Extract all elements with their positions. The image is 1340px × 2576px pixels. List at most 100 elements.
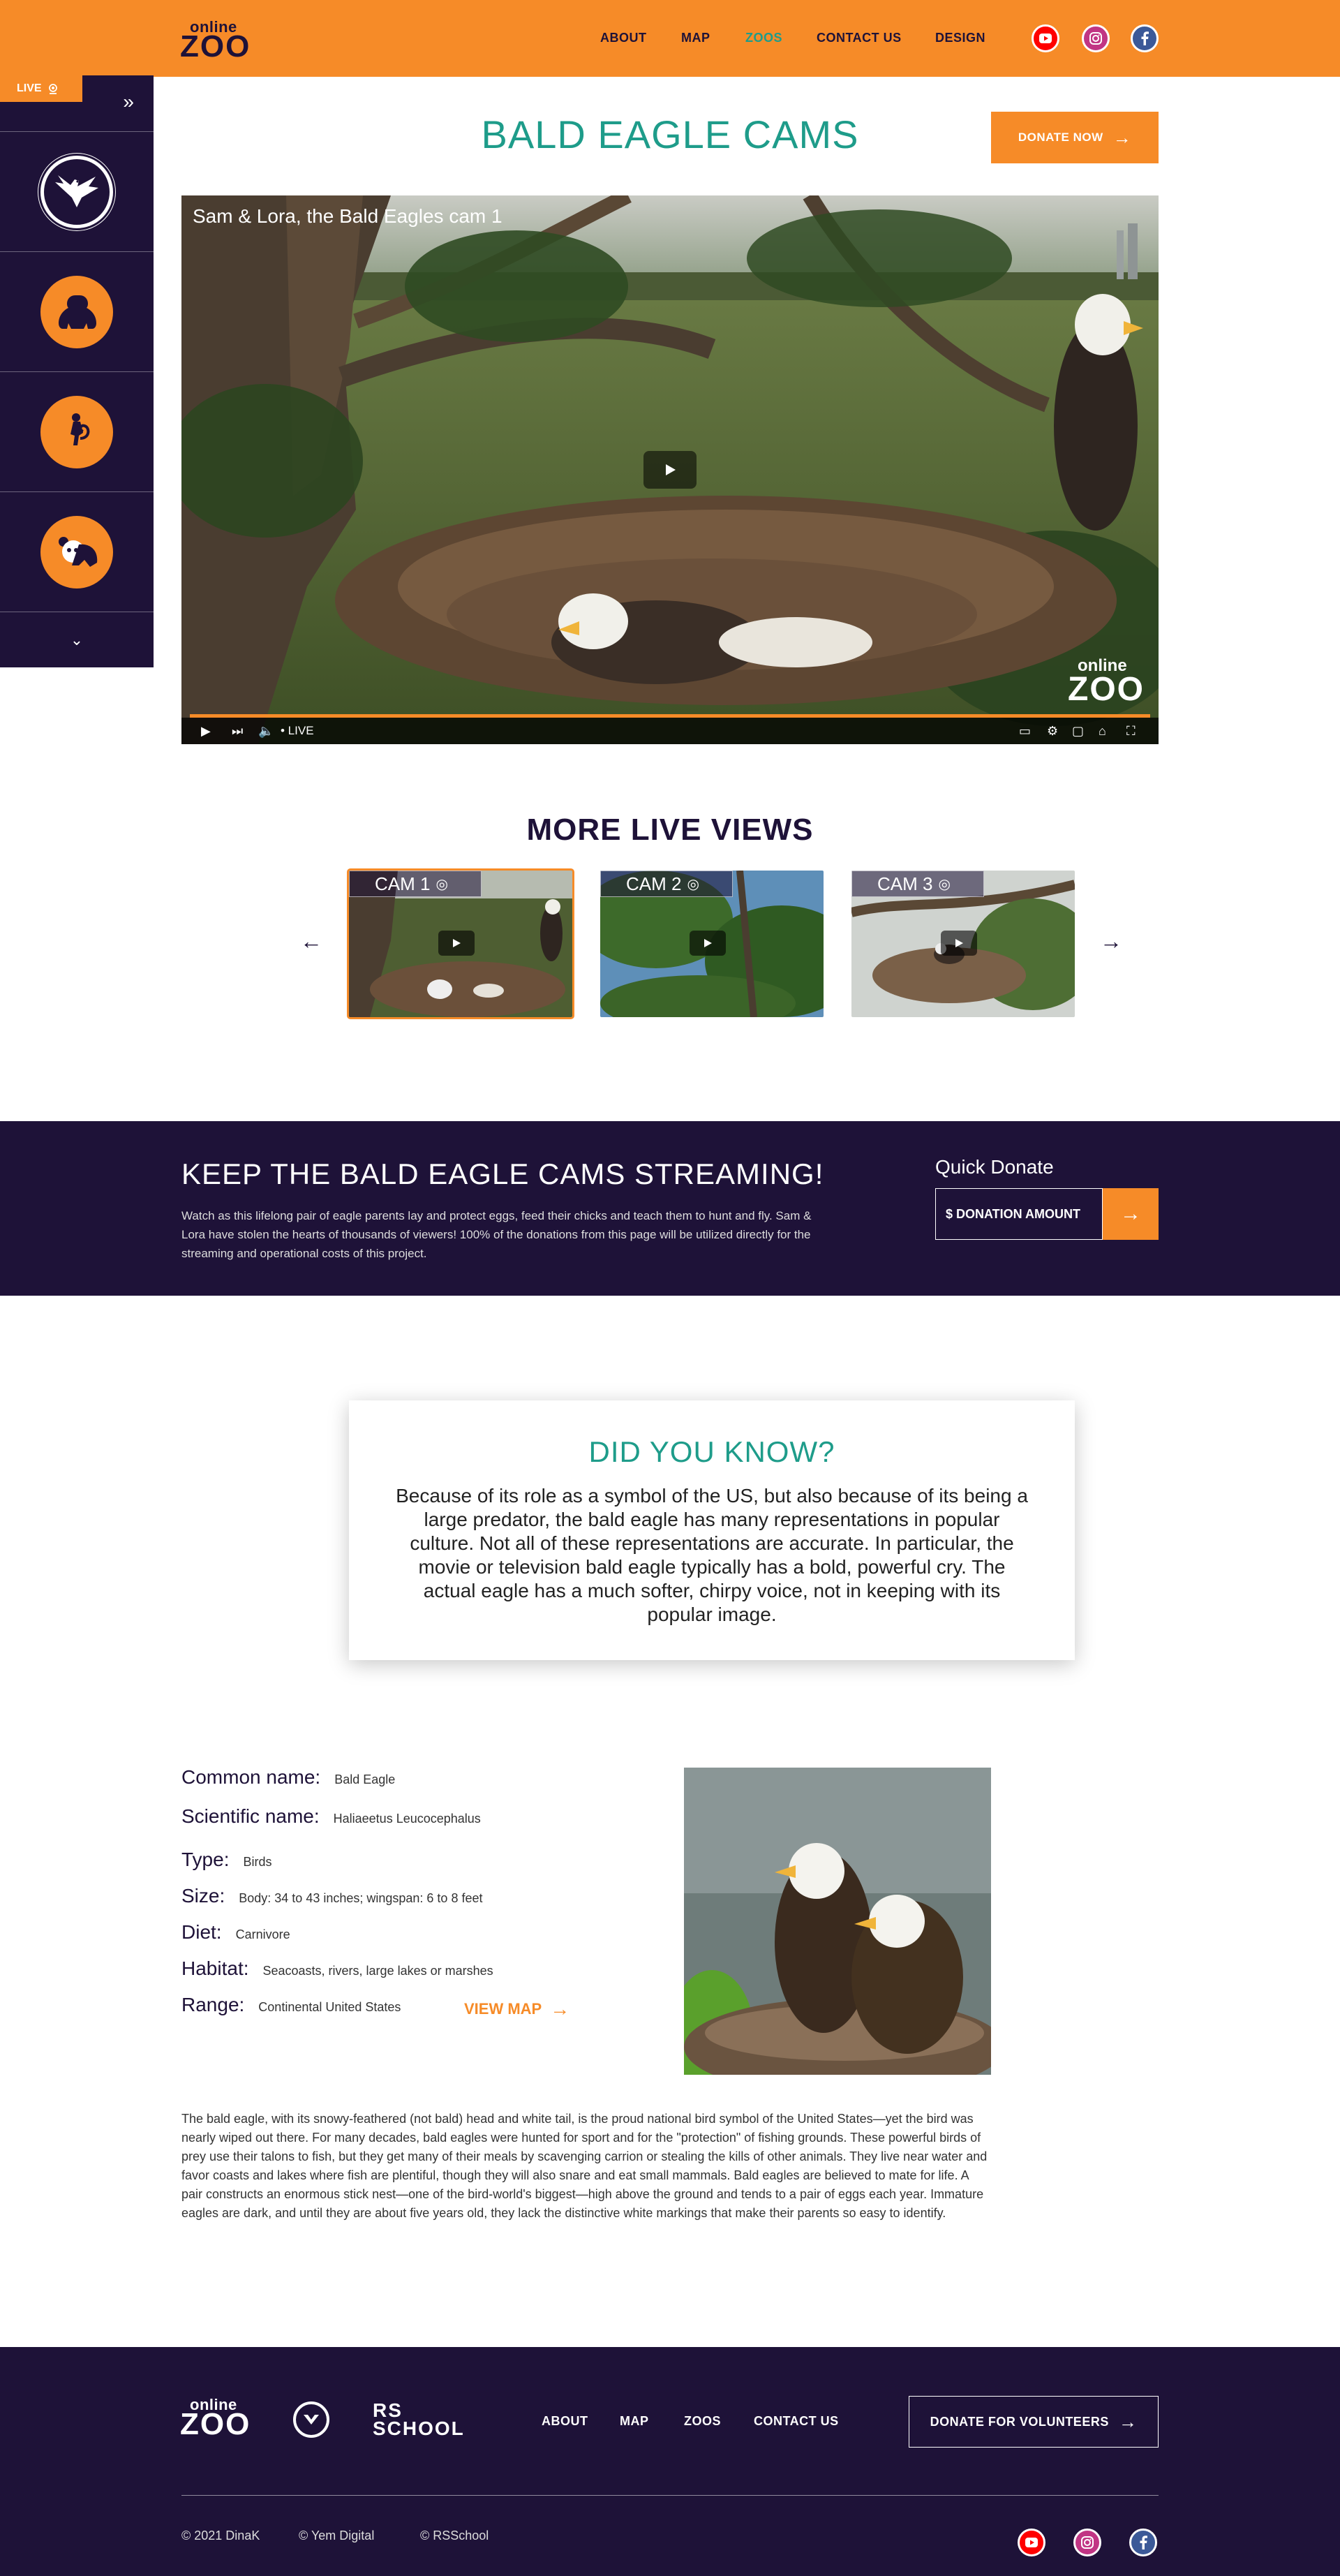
facebook-icon[interactable] — [1129, 2529, 1157, 2556]
fact-habitat: Habitat: Seacoasts, rivers, large lakes … — [181, 1957, 493, 1980]
streaming-donation-band: KEEP THE BALD EAGLE CAMS STREAMING! Watc… — [0, 1121, 1340, 1296]
volume-icon[interactable]: 🔈 — [258, 724, 274, 739]
site-header: online ZOO ABOUT MAP ZOOS CONTACT US DES… — [0, 0, 1340, 77]
fact-type: Type: Birds — [181, 1849, 272, 1871]
logo-big-text: ZOO — [180, 29, 251, 64]
did-you-know-card: DID YOU KNOW? Because of its role as a s… — [349, 1400, 1075, 1660]
donation-amount-input[interactable]: $ DONATION AMOUNT — [935, 1188, 1103, 1240]
live-label: LIVE — [17, 82, 42, 94]
video-title: Sam & Lora, the Bald Eagles cam 1 — [193, 205, 502, 227]
nav-zoos[interactable]: ZOOS — [745, 31, 782, 45]
nav-contact-us[interactable]: CONTACT US — [817, 31, 902, 45]
webcam-icon: ◎ — [436, 876, 448, 892]
main-video-player[interactable]: Sam & Lora, the Bald Eagles cam 1 online… — [181, 195, 1159, 744]
cam-2-label: CAM 2 ◎ — [600, 871, 733, 897]
youtube-icon[interactable] — [1032, 24, 1059, 52]
bald-eagles-photo — [684, 1768, 991, 2075]
captions-icon[interactable]: ▭ — [1019, 724, 1031, 739]
cam-3-label: CAM 3 ◎ — [851, 871, 984, 897]
donate-now-label: DONATE NOW — [1018, 131, 1103, 144]
nav-about[interactable]: ABOUT — [600, 31, 647, 45]
cam-2-name: CAM 2 — [626, 873, 682, 894]
sidebar-item-eagle[interactable] — [0, 131, 154, 251]
cast-icon[interactable]: ⌂ — [1099, 724, 1106, 739]
footer-logo[interactable]: online ZOO — [180, 2396, 257, 2441]
cam-3-play-button[interactable] — [941, 931, 977, 956]
view-map-link[interactable]: VIEW MAP → — [464, 1998, 570, 2020]
yem-digital-logo-icon[interactable] — [293, 2401, 329, 2438]
miniplayer-icon[interactable]: ▢ — [1072, 724, 1084, 739]
footer-divider — [181, 2495, 1159, 2496]
site-footer: online ZOO RS SCHOOL ABOUT MAP ZOOS CONT… — [0, 2347, 1340, 2576]
fact-key: Scientific name: — [181, 1805, 320, 1827]
donate-volunteers-label: DONATE FOR VOLUNTEERS — [930, 2414, 1109, 2429]
play-button[interactable] — [643, 451, 697, 489]
youtube-icon[interactable] — [1018, 2529, 1045, 2556]
fact-key: Habitat: — [181, 1957, 249, 1979]
webcam-icon — [48, 84, 57, 94]
arrow-right-icon: → — [1120, 1202, 1141, 1225]
cam-2-play-button[interactable] — [690, 931, 726, 956]
nav-design[interactable]: DESIGN — [935, 31, 985, 45]
panda-icon — [40, 515, 113, 589]
fact-key: Common name: — [181, 1766, 321, 1788]
fullscreen-icon[interactable]: ⛶ — [1126, 724, 1136, 739]
cam-1-label: CAM 1 ◎ — [349, 871, 482, 897]
fact-value: Seacoasts, rivers, large lakes or marshe… — [262, 1964, 493, 1978]
more-live-views-heading: MORE LIVE VIEWS — [526, 813, 814, 847]
did-you-know-heading: DID YOU KNOW? — [588, 1435, 835, 1468]
video-logo-big: ZOO — [1068, 671, 1145, 708]
fact-diet: Diet: Carnivore — [181, 1921, 290, 1944]
lemur-icon — [40, 395, 113, 468]
fact-value: Continental United States — [258, 2000, 401, 2014]
cam-1-play-button[interactable] — [438, 931, 475, 956]
eagle-description: The bald eagle, with its snowy-feathered… — [181, 2112, 988, 2220]
play-icon — [453, 939, 461, 947]
cam-3-name: CAM 3 — [877, 873, 933, 894]
copyright-yem-digital: © Yem Digital — [299, 2529, 375, 2542]
sidebar-item-lemur[interactable] — [0, 371, 154, 491]
copyright-dinak: © 2021 DinaK — [181, 2529, 260, 2542]
cam-1-name: CAM 1 — [375, 873, 431, 894]
fact-value: Carnivore — [235, 1927, 290, 1941]
double-chevron-right-icon[interactable]: » — [123, 91, 134, 113]
cam-2-thumbnail[interactable]: CAM 2 ◎ — [600, 871, 824, 1017]
sidebar-item-panda[interactable] — [0, 491, 154, 612]
nav-map[interactable]: MAP — [681, 31, 710, 45]
fact-value: Birds — [243, 1855, 272, 1869]
play-control-icon[interactable]: ▶ — [201, 724, 211, 739]
gorilla-icon — [40, 275, 113, 348]
fact-key: Diet: — [181, 1921, 222, 1943]
arrow-right-icon: → — [1118, 2411, 1138, 2432]
arrow-right-icon[interactable]: → — [1100, 928, 1122, 954]
video-controls: ▶ ⏭ 🔈 • LIVE ▭ ⚙ ▢ ⌂ ⛶ — [181, 718, 1159, 744]
sidebar-item-gorilla[interactable] — [0, 251, 154, 371]
footer-nav-contact-us[interactable]: CONTACT US — [754, 2414, 839, 2429]
instagram-icon[interactable] — [1082, 24, 1110, 52]
footer-nav-about[interactable]: ABOUT — [542, 2414, 588, 2429]
play-icon — [704, 939, 712, 947]
cam-3-thumbnail[interactable]: CAM 3 ◎ — [851, 871, 1075, 1017]
rs-school-logo[interactable]: RS SCHOOL — [373, 2401, 477, 2438]
footer-nav-map[interactable]: MAP — [620, 2414, 649, 2429]
donate-now-button[interactable]: DONATE NOW → — [991, 112, 1159, 163]
cam-1-thumbnail[interactable]: CAM 1 ◎ — [347, 868, 574, 1019]
donate-for-volunteers-button[interactable]: DONATE FOR VOLUNTEERS → — [909, 2396, 1159, 2448]
quick-donate-label: Quick Donate — [935, 1156, 1054, 1178]
next-icon[interactable]: ⏭ — [232, 724, 243, 739]
quick-donate-submit-button[interactable]: → — [1103, 1188, 1159, 1240]
footer-nav-zoos[interactable]: ZOOS — [684, 2414, 721, 2429]
fact-value: Body: 34 to 43 inches; wingspan: 6 to 8 … — [239, 1891, 483, 1905]
chevron-down-icon[interactable]: ⌄ — [0, 612, 154, 667]
page-title: BALD EAGLE CAMS — [481, 112, 859, 156]
facebook-icon[interactable] — [1131, 24, 1159, 52]
settings-icon[interactable]: ⚙ — [1047, 724, 1058, 739]
fact-range: Range: Continental United States — [181, 1994, 401, 2016]
instagram-icon[interactable] — [1073, 2529, 1101, 2556]
arrow-left-icon[interactable]: ← — [300, 928, 322, 954]
live-indicator: • LIVE — [281, 724, 314, 737]
site-logo[interactable]: online ZOO — [180, 18, 257, 64]
arrow-right-icon: → — [1112, 126, 1132, 148]
fact-key: Size: — [181, 1885, 225, 1907]
live-tag: LIVE — [0, 75, 82, 102]
